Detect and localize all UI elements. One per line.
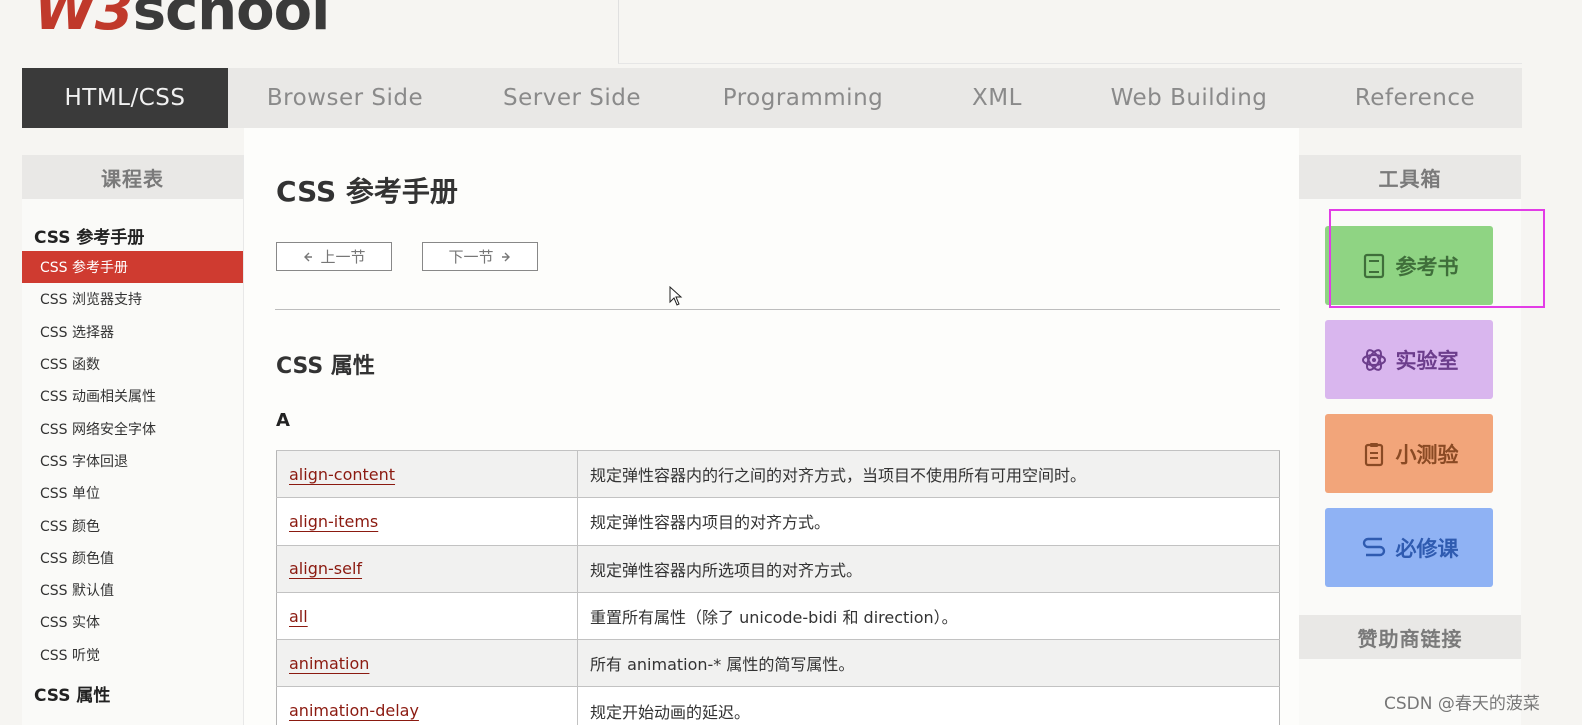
divider [275,309,1280,310]
section-title: CSS 属性 [276,354,375,379]
arrow-left-icon [304,252,313,261]
table-row: align-self 规定弹性容器内所选项目的对齐方式。 [276,544,1280,593]
sidebar-item-css-reference[interactable]: CSS 参考手册 [22,251,243,284]
property-link[interactable]: animation-delay [289,701,419,720]
property-name-cell: align-self [276,544,578,593]
page-title: CSS 参考手册 [276,175,458,208]
sidebar-item-web-safe-fonts[interactable]: CSS 网络安全字体 [22,412,243,444]
toolbox-heading: 工具箱 [1299,155,1521,199]
sidebar-item-color-values[interactable]: CSS 颜色值 [22,542,243,574]
sidebar-group-title: CSS 参考手册 [34,228,145,248]
table-row: align-content 规定弹性容器内的行之间的对齐方式，当项目不使用所有可… [276,449,1280,498]
nav-server-side[interactable]: Server Side [462,68,682,128]
sidebar-item-selectors[interactable]: CSS 选择器 [22,316,243,348]
property-name-cell: animation [276,639,578,687]
property-name-cell: align-items [276,497,578,546]
sidebar-item-entities[interactable]: CSS 实体 [22,606,243,638]
property-desc: 重置所有属性（除了 unicode-bidi 和 direction）。 [577,591,1280,640]
watermark: CSDN @春天的菠菜 [1384,694,1540,714]
table-row: animation 所有 animation-* 属性的简写属性。 [276,639,1280,687]
property-desc: 规定弹性容器内的行之间的对齐方式，当项目不使用所有可用空间时。 [577,449,1280,498]
table-row: align-items 规定弹性容器内项目的对齐方式。 [276,497,1280,546]
nav-programming[interactable]: Programming [682,68,924,128]
sidebar-item-font-fallbacks[interactable]: CSS 字体回退 [22,445,243,477]
sidebar-item-functions[interactable]: CSS 函数 [22,348,243,380]
properties-table: align-content 规定弹性容器内的行之间的对齐方式，当项目不使用所有可… [276,449,1280,725]
main-content: CSS 参考手册 上一节 下一节 CSS 属性 A align-content … [244,128,1299,725]
header-ad-area [618,0,1522,64]
prev-button-label: 上一节 [320,248,366,266]
table-row: animation-delay 规定开始动画的延迟。 [276,686,1280,725]
lab-label: 实验室 [1395,348,1459,373]
property-desc: 所有 animation-* 属性的简写属性。 [577,639,1280,687]
property-desc: 规定弹性容器内所选项目的对齐方式。 [577,544,1280,593]
sidebar-item-aural[interactable]: CSS 听觉 [22,639,243,671]
property-desc: 规定开始动画的延迟。 [577,686,1280,725]
property-link[interactable]: align-self [289,559,362,578]
atom-icon [1361,348,1386,371]
letter-heading: A [276,410,290,431]
sidebar-item-colors[interactable]: CSS 颜色 [22,509,243,541]
sidebar-item-default-values[interactable]: CSS 默认值 [22,574,243,606]
clipboard-icon [1364,442,1383,466]
top-navigation: HTML/CSS Browser Side Server Side Progra… [22,68,1522,128]
sponsor-heading: 赞助商链接 [1299,615,1521,659]
left-sidebar: 课程表 CSS 参考手册 CSS 参考手册 CSS 浏览器支持 CSS 选择器 … [22,155,244,725]
w3school-logo[interactable]: W3school [34,0,331,43]
property-name-cell: animation-delay [276,686,578,725]
property-link[interactable]: animation [289,654,369,673]
property-link[interactable]: all [289,607,308,626]
logo-school: school [132,0,331,43]
quiz-label: 小测验 [1395,442,1459,467]
arrow-right-icon [501,252,510,261]
sidebar-heading: 课程表 [22,155,243,199]
book-icon [1363,253,1384,278]
sidebar-group-title-properties[interactable]: CSS 属性 [22,671,243,711]
reference-book-label: 参考书 [1395,254,1459,279]
stack-icon [1362,537,1385,556]
sidebar-item-browser-support[interactable]: CSS 浏览器支持 [22,283,243,315]
prev-button[interactable]: 上一节 [276,242,392,271]
nav-reference[interactable]: Reference [1308,68,1522,128]
property-link[interactable]: align-items [289,512,378,531]
table-row: all 重置所有属性（除了 unicode-bidi 和 direction）。 [276,591,1280,640]
required-course-label: 必修课 [1395,536,1459,561]
lab-button[interactable]: 实验室 [1325,320,1493,399]
quiz-button[interactable]: 小测验 [1325,414,1493,493]
next-button-label: 下一节 [448,248,494,266]
reference-book-button[interactable]: 参考书 [1325,226,1493,305]
nav-xml[interactable]: XML [924,68,1070,128]
logo-w3: W3 [34,0,134,43]
sidebar-item-units[interactable]: CSS 单位 [22,477,243,509]
required-course-button[interactable]: 必修课 [1325,508,1493,587]
property-name-cell: align-content [276,449,578,498]
property-desc: 规定弹性容器内项目的对齐方式。 [577,497,1280,546]
property-link[interactable]: align-content [289,465,395,484]
next-button[interactable]: 下一节 [422,242,538,271]
nav-web-building[interactable]: Web Building [1070,68,1308,128]
nav-browser-side[interactable]: Browser Side [228,68,462,128]
mouse-cursor-icon [669,286,683,306]
nav-html-css[interactable]: HTML/CSS [22,68,228,128]
sidebar-item-animation-properties[interactable]: CSS 动画相关属性 [22,380,243,412]
property-name-cell: all [276,591,578,640]
right-sidebar: 工具箱 参考书 实验室 小测验 必修课 赞助商链接 [1299,155,1521,725]
